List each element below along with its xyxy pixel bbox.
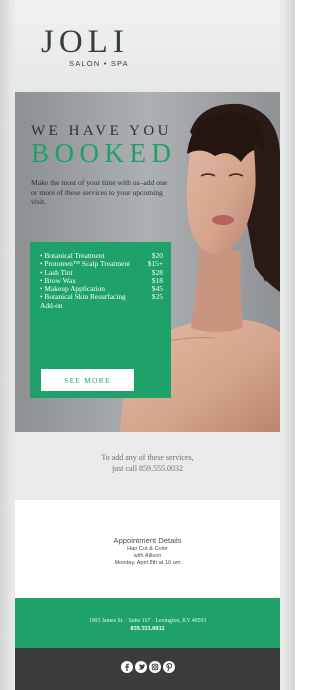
brand-tagline: SALON • SPA <box>69 59 129 68</box>
instagram-icon[interactable] <box>149 661 161 673</box>
footer-address: 1903 James St. · Suite 167 · Lexington, … <box>88 618 207 624</box>
service-price: $25 <box>151 292 163 302</box>
hero-description: Make the most of your time with us–add o… <box>31 178 168 207</box>
appointment-details: Appointment Details Hair Cut & Color wit… <box>15 500 280 598</box>
social-bar <box>15 648 280 690</box>
brand-name: JOLI <box>41 24 129 60</box>
hero-title-line1: WE HAVE YOU <box>31 123 172 139</box>
appointment-text: Appointment Details Hair Cut & Color wit… <box>15 536 280 567</box>
appointment-datetime: Monday, April 8th at 10 am <box>114 560 181 566</box>
services-list: • Botanical Treatment $20 • Prototeen™ S… <box>30 251 171 310</box>
services-panel: • Botanical Treatment $20 • Prototeen™ S… <box>30 242 171 398</box>
hero-title-line2: BOOKED <box>31 138 177 168</box>
appointment-title: Appointment Details <box>113 536 182 545</box>
social-icons <box>121 661 175 675</box>
footer-phone[interactable]: 859.555.0032 <box>15 625 280 633</box>
email-body: JOLI SALON • SPA WE HAVE YOU BOOKED Make… <box>15 0 280 690</box>
cta-text: To add any of these services, just call … <box>15 452 280 474</box>
brand-logo[interactable]: JOLI SALON • SPA <box>41 26 151 70</box>
service-item: • Botanical Skin Resurfacing Add-on $25 <box>30 293 171 310</box>
footer-contact: 1903 James St. · Suite 167 · Lexington, … <box>15 598 280 648</box>
cta-line: To add any of these services, <box>101 453 194 462</box>
pinterest-icon[interactable] <box>163 661 175 673</box>
appointment-stylist: with Allison <box>133 553 162 559</box>
email-header: JOLI SALON • SPA <box>15 0 280 92</box>
facebook-icon[interactable] <box>121 661 133 673</box>
see-more-button[interactable]: SEE MORE <box>41 369 134 391</box>
cta-phone-line[interactable]: just call 859.555.0032 <box>15 463 280 474</box>
footer-text: 1903 James St. · Suite 167 · Lexington, … <box>15 617 280 633</box>
service-name: • Botanical Skin Resurfacing Add-on <box>40 292 126 310</box>
call-to-action: To add any of these services, just call … <box>15 432 280 500</box>
appointment-service: Hair Cut & Color <box>127 546 168 552</box>
twitter-icon[interactable] <box>135 661 147 673</box>
hero-banner: WE HAVE YOU BOOKED Make the most of your… <box>15 92 280 432</box>
